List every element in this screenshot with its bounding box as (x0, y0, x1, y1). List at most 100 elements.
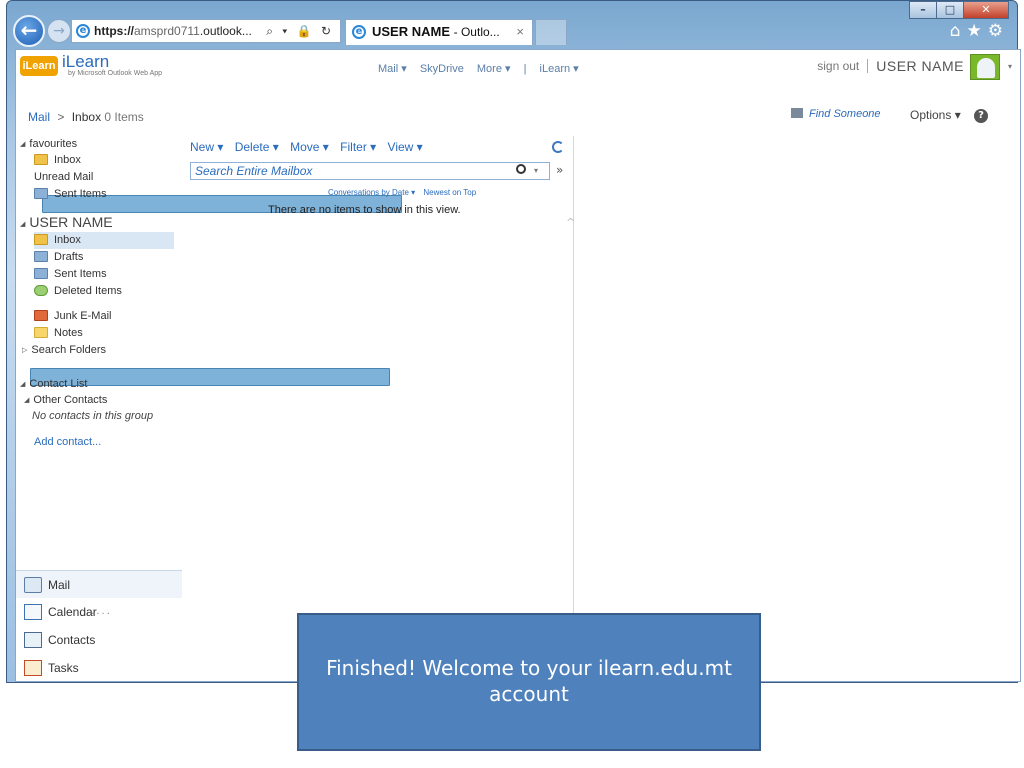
move-button[interactable]: Move ▾ (290, 140, 329, 154)
browser-right-icons: ⌂★⚙ (950, 21, 1009, 41)
tutorial-callout: Finished! Welcome to your ilearn.edu.mt … (297, 613, 761, 751)
module-nav: Mail Calendar Contacts Tasks (16, 570, 182, 682)
search-icon[interactable] (516, 164, 526, 174)
tab-close-icon[interactable]: × (516, 20, 524, 44)
browser-window: – □ ✕ ← → e https://amsprd0711.outlook..… (6, 0, 1021, 683)
fav-item-label: Sent Items (54, 188, 107, 200)
find-someone-label: Find Someone (809, 108, 881, 120)
favorites-star-icon[interactable]: ★ (967, 21, 988, 41)
drafts-folder-icon (34, 251, 48, 262)
favourites-label: favourites (29, 138, 78, 150)
collapse-pane-icon[interactable]: ^ (566, 216, 575, 229)
collapse-triangle-icon: ◢ (24, 397, 30, 404)
folder-label: Sent Items (54, 268, 107, 280)
view-button[interactable]: View ▾ (388, 140, 423, 154)
owa-content: iLearn iLearn by Microsoft Outlook Web A… (15, 49, 1021, 682)
module-contacts[interactable]: Contacts (16, 626, 182, 654)
sign-out-link[interactable]: sign out (817, 59, 869, 73)
top-nav: Mail ▾ SkyDrive More ▾ | iLearn ▾ (378, 62, 589, 75)
junk-mail-icon (34, 310, 48, 321)
add-contact-link[interactable]: Add contact... (34, 436, 101, 448)
module-mail[interactable]: Mail (16, 570, 182, 598)
other-contacts-group[interactable]: ◢ Other Contacts (24, 394, 107, 406)
message-list-pane: New ▾ Delete ▾ Move ▾ Filter ▾ View ▾ Se… (182, 136, 575, 626)
back-button[interactable]: ← (13, 15, 45, 47)
fav-item-sent[interactable]: Sent Items (34, 186, 174, 203)
sort-by-dropdown[interactable]: Conversations by Date ▾ (328, 188, 415, 197)
breadcrumb-mail[interactable]: Mail (28, 110, 50, 124)
home-icon[interactable]: ⌂ (950, 21, 967, 41)
settings-gear-icon[interactable]: ⚙ (988, 21, 1009, 41)
folder-sent[interactable]: Sent Items (34, 266, 174, 283)
topnav-divider: | (523, 63, 527, 75)
app-subtitle: by Microsoft Outlook Web App (68, 70, 163, 77)
options-menu[interactable]: Options ▾ (910, 108, 961, 122)
ilearn-logo: iLearn (20, 56, 58, 76)
breadcrumb-separator: > (57, 110, 65, 124)
mail-icon (24, 577, 42, 593)
notes-icon (34, 327, 48, 338)
account-area: sign out USER NAME (817, 58, 964, 74)
avatar-caret-icon[interactable]: ▾ (1008, 62, 1012, 71)
favourites-group[interactable]: ◢ favourites (20, 138, 77, 150)
no-contacts-message: No contacts in this group (32, 410, 154, 422)
folder-drafts[interactable]: Drafts (34, 249, 174, 266)
folder-search-folders[interactable]: ▷ Search Folders (22, 342, 390, 386)
collapse-triangle-icon: ◢ (20, 221, 26, 228)
folder-notes[interactable]: Notes (34, 325, 174, 342)
folder-inbox[interactable]: Inbox (34, 232, 174, 249)
folder-label: Search Folders (31, 344, 106, 356)
collapse-triangle-icon: ◢ (20, 141, 26, 148)
search-input[interactable]: Search Entire Mailbox (190, 162, 550, 180)
address-book-icon (791, 108, 803, 118)
deleted-items-icon (34, 285, 48, 296)
module-label: Tasks (48, 661, 79, 675)
forward-button[interactable]: → (47, 19, 71, 43)
mailbox-group[interactable]: ◢ USER NAME (20, 214, 113, 230)
fav-item-inbox[interactable]: Inbox (34, 152, 174, 169)
folder-label: Inbox (54, 234, 81, 246)
username-label[interactable]: USER NAME (868, 58, 964, 74)
sort-order-toggle[interactable]: Newest on Top (423, 188, 476, 197)
delete-button[interactable]: Delete ▾ (235, 140, 279, 154)
action-bar: New ▾ Delete ▾ Move ▾ Filter ▾ View ▾ (190, 140, 431, 154)
search-options-icon[interactable]: ▾ (534, 166, 538, 175)
topnav-mail[interactable]: Mail ▾ (378, 63, 407, 75)
contacts-icon (24, 632, 42, 648)
contact-list-group[interactable]: ◢ Contact List (20, 378, 87, 390)
refresh-icon[interactable] (552, 141, 564, 153)
module-tasks[interactable]: Tasks (16, 654, 182, 682)
folder-junk[interactable]: Junk E-Mail (34, 308, 174, 325)
avatar-silhouette-icon (977, 58, 995, 78)
tab-title-rest: - Outlo... (453, 25, 500, 39)
module-calendar[interactable]: Calendar (16, 598, 182, 626)
browser-tab[interactable]: e USER NAME - Outlo... × (345, 19, 533, 45)
other-contacts-label: Other Contacts (33, 394, 108, 406)
help-icon[interactable]: ? (974, 109, 988, 123)
module-label: Contacts (48, 633, 96, 647)
breadcrumb: Mail > Inbox 0 Items (28, 110, 144, 124)
address-tools[interactable]: ⌕ ▾ 🔒 ↻ (266, 20, 334, 42)
url-rest: .outlook... (199, 24, 252, 38)
topnav-skydrive[interactable]: SkyDrive (420, 63, 464, 75)
browser-toolbar: ← → e https://amsprd0711.outlook... ⌕ ▾ … (7, 1, 1017, 49)
calendar-icon (24, 604, 42, 620)
new-tab-button[interactable] (535, 19, 567, 45)
find-someone[interactable]: Find Someone (791, 108, 881, 120)
url-protocol: https:// (94, 24, 134, 38)
tab-title: USER NAME (372, 24, 451, 39)
topnav-more[interactable]: More ▾ (477, 63, 511, 75)
address-bar[interactable]: e https://amsprd0711.outlook... ⌕ ▾ 🔒 ↻ (71, 19, 341, 43)
item-count: 0 Items (104, 110, 144, 124)
inbox-folder-icon (34, 154, 48, 165)
topnav-ilearn[interactable]: iLearn ▾ (540, 63, 579, 75)
collapse-triangle-icon: ◢ (20, 381, 26, 388)
expand-search-icon[interactable]: » (556, 163, 563, 177)
folder-deleted[interactable]: Deleted Items (34, 283, 174, 300)
avatar[interactable] (970, 54, 1000, 80)
fav-item-unread[interactable]: Unread Mail (34, 169, 402, 213)
empty-view-message: There are no items to show in this view. (268, 204, 461, 216)
new-button[interactable]: New ▾ (190, 140, 223, 154)
module-label: Calendar (48, 605, 97, 619)
filter-button[interactable]: Filter ▾ (340, 140, 376, 154)
